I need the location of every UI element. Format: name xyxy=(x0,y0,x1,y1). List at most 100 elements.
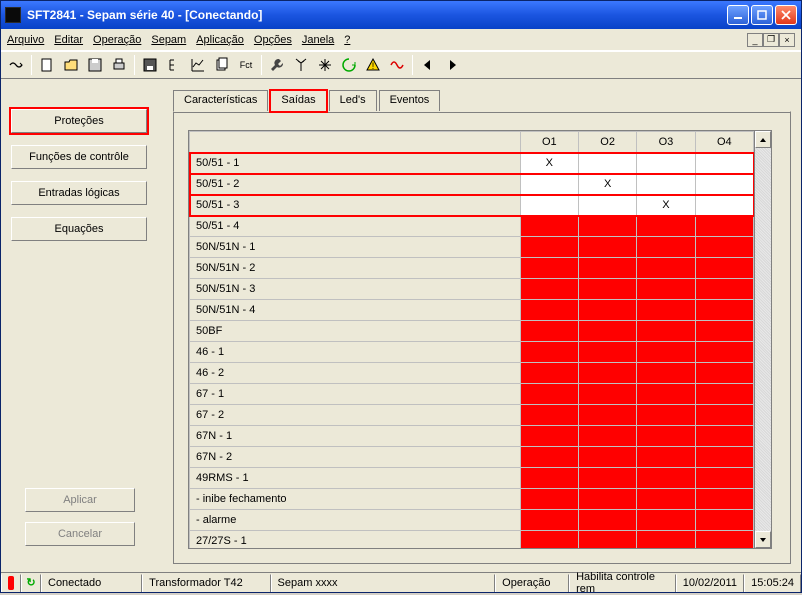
grid-cell[interactable] xyxy=(520,510,578,531)
grid-cell[interactable] xyxy=(520,447,578,468)
grid-cell[interactable] xyxy=(520,237,578,258)
grid-cell[interactable] xyxy=(637,321,695,342)
menu-operacao[interactable]: Operação xyxy=(93,34,141,46)
grid-cell[interactable] xyxy=(578,216,636,237)
grid-cell[interactable] xyxy=(637,531,695,549)
minimize-button[interactable] xyxy=(727,5,749,25)
grid-cell[interactable] xyxy=(578,342,636,363)
grid-cell[interactable] xyxy=(695,384,753,405)
grid-cell[interactable] xyxy=(520,531,578,549)
grid-cell[interactable] xyxy=(695,279,753,300)
wave-red-icon[interactable] xyxy=(386,54,408,76)
grid-cell[interactable] xyxy=(695,405,753,426)
protecoes-button[interactable]: Proteções xyxy=(11,109,147,133)
funcoes-button[interactable]: Funções de contrôle xyxy=(11,145,147,169)
grid-cell[interactable] xyxy=(578,447,636,468)
mdi-close-button[interactable]: × xyxy=(779,33,795,47)
tab-caracteristicas[interactable]: Características xyxy=(173,90,268,112)
grid-cell[interactable] xyxy=(520,258,578,279)
menu-editar[interactable]: Editar xyxy=(54,34,83,46)
recycle-icon[interactable] xyxy=(338,54,360,76)
mdi-restore-button[interactable]: ❐ xyxy=(763,33,779,47)
grid-cell[interactable] xyxy=(520,489,578,510)
grid-cell[interactable] xyxy=(578,426,636,447)
grid-cell[interactable] xyxy=(520,195,578,216)
grid-cell[interactable] xyxy=(695,489,753,510)
grid-cell[interactable] xyxy=(637,510,695,531)
hierarchy-icon[interactable] xyxy=(163,54,185,76)
grid-cell[interactable]: X xyxy=(520,153,578,174)
grid-cell[interactable] xyxy=(637,342,695,363)
grid-cell[interactable] xyxy=(695,174,753,195)
grid-cell[interactable] xyxy=(695,363,753,384)
save-icon[interactable] xyxy=(84,54,106,76)
grid-cell[interactable] xyxy=(578,321,636,342)
grid-cell[interactable] xyxy=(578,405,636,426)
close-button[interactable] xyxy=(775,5,797,25)
connect-icon[interactable] xyxy=(5,54,27,76)
grid-cell[interactable] xyxy=(578,384,636,405)
entradas-button[interactable]: Entradas lógicas xyxy=(11,181,147,205)
equacoes-button[interactable]: Equações xyxy=(11,217,147,241)
grid-cell[interactable] xyxy=(637,363,695,384)
grid-cell[interactable] xyxy=(637,405,695,426)
grid-cell[interactable] xyxy=(695,258,753,279)
tab-leds[interactable]: Led's xyxy=(329,90,377,112)
grid-cell[interactable] xyxy=(695,237,753,258)
menu-help[interactable]: ? xyxy=(344,34,350,46)
grid-cell[interactable] xyxy=(520,216,578,237)
grid-cell[interactable] xyxy=(578,531,636,549)
scroll-down-button[interactable] xyxy=(755,531,771,548)
print-icon[interactable] xyxy=(108,54,130,76)
grid-cell[interactable] xyxy=(637,174,695,195)
grid-cell[interactable] xyxy=(637,384,695,405)
wrench-icon[interactable] xyxy=(266,54,288,76)
grid-cell[interactable] xyxy=(695,531,753,549)
copy-icon[interactable] xyxy=(211,54,233,76)
cancelar-button[interactable]: Cancelar xyxy=(25,522,135,546)
scroll-track[interactable] xyxy=(755,148,771,531)
grid-cell[interactable] xyxy=(637,447,695,468)
grid-cell[interactable] xyxy=(637,279,695,300)
vertical-scrollbar[interactable] xyxy=(754,131,771,548)
grid-cell[interactable] xyxy=(695,216,753,237)
star-icon[interactable] xyxy=(314,54,336,76)
maximize-button[interactable] xyxy=(751,5,773,25)
grid-cell[interactable]: X xyxy=(578,174,636,195)
grid-cell[interactable] xyxy=(578,468,636,489)
grid-cell[interactable] xyxy=(695,426,753,447)
grid-cell[interactable] xyxy=(578,153,636,174)
aplicar-button[interactable]: Aplicar xyxy=(25,488,135,512)
grid-cell[interactable] xyxy=(578,489,636,510)
disk-icon[interactable] xyxy=(139,54,161,76)
grid-cell[interactable] xyxy=(637,153,695,174)
grid-cell[interactable] xyxy=(578,300,636,321)
chart-icon[interactable] xyxy=(187,54,209,76)
grid-cell[interactable] xyxy=(520,426,578,447)
grid-cell[interactable] xyxy=(637,216,695,237)
grid-cell[interactable] xyxy=(695,195,753,216)
grid-cell[interactable] xyxy=(637,300,695,321)
next-icon[interactable] xyxy=(441,54,463,76)
grid-cell[interactable] xyxy=(520,405,578,426)
grid-cell[interactable] xyxy=(578,363,636,384)
tab-saidas[interactable]: Saídas xyxy=(270,90,326,112)
grid-cell[interactable] xyxy=(695,468,753,489)
grid-cell[interactable] xyxy=(637,489,695,510)
tab-eventos[interactable]: Eventos xyxy=(379,90,441,112)
grid-cell[interactable] xyxy=(695,510,753,531)
grid-cell[interactable] xyxy=(637,426,695,447)
grid-cell[interactable] xyxy=(695,342,753,363)
menu-aplicacao[interactable]: Aplicação xyxy=(196,34,244,46)
menu-sepam[interactable]: Sepam xyxy=(151,34,186,46)
grid-cell[interactable] xyxy=(520,321,578,342)
new-icon[interactable] xyxy=(36,54,58,76)
menu-arquivo[interactable]: Arquivo xyxy=(7,34,44,46)
prev-icon[interactable] xyxy=(417,54,439,76)
grid-cell[interactable] xyxy=(578,258,636,279)
antenna-icon[interactable] xyxy=(290,54,312,76)
grid-cell[interactable] xyxy=(695,153,753,174)
grid-cell[interactable] xyxy=(578,195,636,216)
open-icon[interactable] xyxy=(60,54,82,76)
grid-cell[interactable] xyxy=(520,468,578,489)
